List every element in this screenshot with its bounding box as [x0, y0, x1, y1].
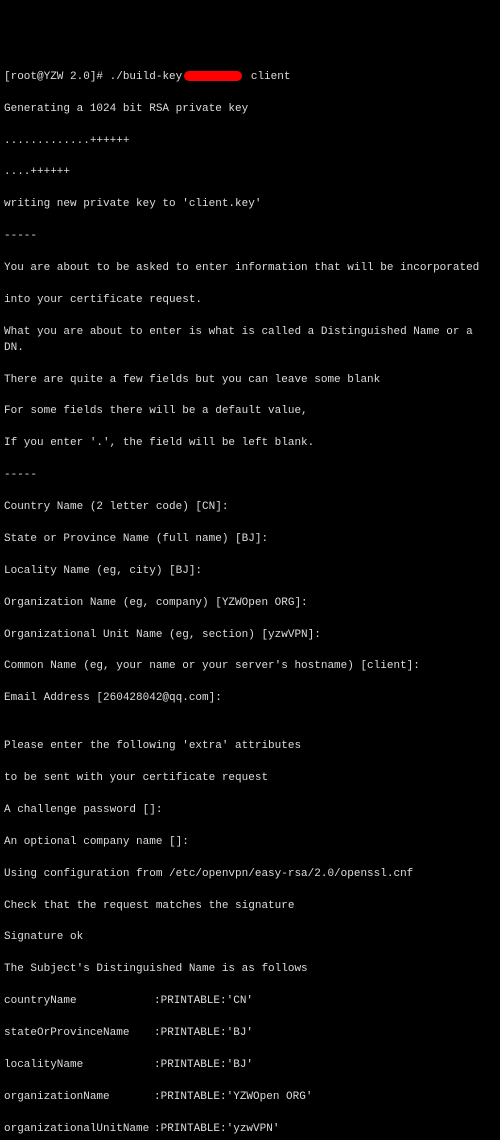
prompt-email[interactable]: Email Address [260428042@qq.com]:: [4, 691, 496, 707]
prompt-cn[interactable]: Common Name (eg, your name or your serve…: [4, 659, 496, 675]
output-line: writing new private key to 'client.key': [4, 197, 496, 213]
output-line: -----: [4, 468, 496, 484]
dn-row: organizationalUnitName:PRINTABLE:'yzwVPN…: [4, 1122, 496, 1138]
dn-key: stateOrProvinceName: [4, 1026, 154, 1042]
prompt-locality[interactable]: Locality Name (eg, city) [BJ]:: [4, 564, 496, 580]
output-line: to be sent with your certificate request: [4, 771, 496, 787]
prompt-org[interactable]: Organization Name (eg, company) [YZWOpen…: [4, 596, 496, 612]
output-line: You are about to be asked to enter infor…: [4, 261, 496, 277]
output-line: The Subject's Distinguished Name is as f…: [4, 962, 496, 978]
output-line: .............++++++: [4, 134, 496, 150]
dn-val: :PRINTABLE:'YZWOpen ORG': [154, 1091, 312, 1103]
output-line: Signature ok: [4, 930, 496, 946]
command-post: client: [244, 71, 290, 83]
dn-key: organizationName: [4, 1090, 154, 1106]
output-line: into your certificate request.: [4, 293, 496, 309]
output-line: Check that the request matches the signa…: [4, 899, 496, 915]
dn-val: :PRINTABLE:'yzwVPN': [154, 1123, 279, 1135]
dn-val: :PRINTABLE:'CN': [154, 995, 253, 1007]
output-line: Using configuration from /etc/openvpn/ea…: [4, 867, 496, 883]
dn-val: :PRINTABLE:'BJ': [154, 1059, 253, 1071]
output-line: For some fields there will be a default …: [4, 404, 496, 420]
shell-prompt-line[interactable]: [root@YZW 2.0]# ./build-key client: [4, 70, 496, 86]
prompt-ou[interactable]: Organizational Unit Name (eg, section) […: [4, 628, 496, 644]
prompt-userhost: [root@YZW 2.0]#: [4, 71, 103, 83]
command-pre: ./build-key: [103, 71, 182, 83]
prompt-state[interactable]: State or Province Name (full name) [BJ]:: [4, 532, 496, 548]
dn-row: countryName:PRINTABLE:'CN': [4, 994, 496, 1010]
prompt-country[interactable]: Country Name (2 letter code) [CN]:: [4, 500, 496, 516]
output-line: ....++++++: [4, 165, 496, 181]
dn-val: :PRINTABLE:'BJ': [154, 1027, 253, 1039]
output-line: What you are about to enter is what is c…: [4, 325, 496, 357]
output-line: Please enter the following 'extra' attri…: [4, 739, 496, 755]
prompt-company[interactable]: An optional company name []:: [4, 835, 496, 851]
redaction-mark: [184, 71, 242, 81]
dn-row: localityName:PRINTABLE:'BJ': [4, 1058, 496, 1074]
dn-row: organizationName:PRINTABLE:'YZWOpen ORG': [4, 1090, 496, 1106]
dn-row: stateOrProvinceName:PRINTABLE:'BJ': [4, 1026, 496, 1042]
output-line: Generating a 1024 bit RSA private key: [4, 102, 496, 118]
output-line: If you enter '.', the field will be left…: [4, 436, 496, 452]
prompt-challenge-pw[interactable]: A challenge password []:: [4, 803, 496, 819]
output-line: There are quite a few fields but you can…: [4, 373, 496, 389]
dn-key: organizationalUnitName: [4, 1122, 154, 1138]
output-line: -----: [4, 229, 496, 245]
dn-key: countryName: [4, 994, 154, 1010]
dn-key: localityName: [4, 1058, 154, 1074]
